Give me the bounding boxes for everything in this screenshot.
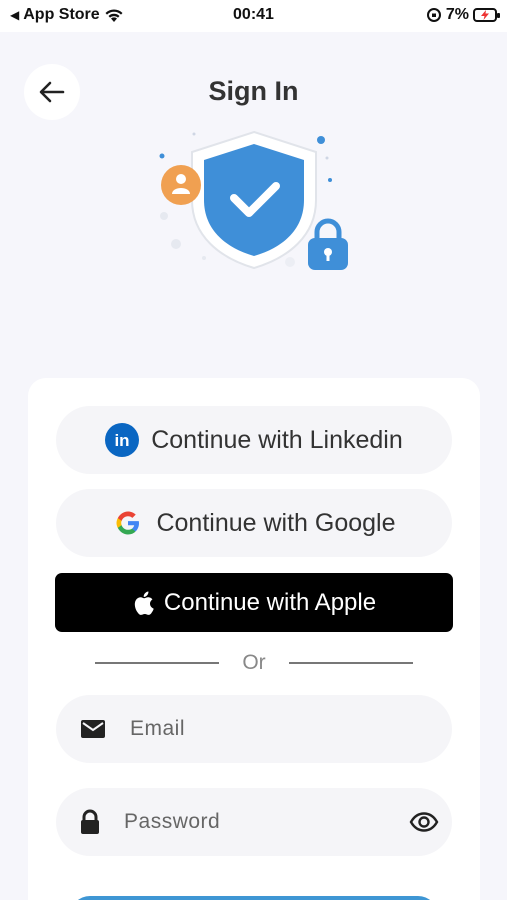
decor-dot xyxy=(325,156,329,160)
security-illustration xyxy=(159,130,348,270)
decor-dot xyxy=(285,257,295,267)
linkedin-icon: in xyxy=(105,423,140,457)
email-input[interactable] xyxy=(130,717,452,741)
linkedin-signin-button[interactable]: in Continue with Linkedin xyxy=(56,406,452,474)
mail-icon-wrap xyxy=(56,719,130,739)
email-field-container xyxy=(56,695,452,763)
eye-icon xyxy=(409,812,438,832)
google-signin-button[interactable]: Continue with Google xyxy=(56,489,452,557)
battery-charging-icon xyxy=(473,8,500,22)
mail-icon xyxy=(81,720,105,738)
decor-dot xyxy=(171,239,181,249)
status-right: 7% xyxy=(426,6,500,24)
lock-icon-wrap xyxy=(56,809,124,835)
battery-percent: 7% xyxy=(445,6,469,23)
svg-text:in: in xyxy=(115,431,130,450)
sign-in-submit-button[interactable] xyxy=(70,896,438,900)
lock-icon xyxy=(81,809,99,834)
decor-dot xyxy=(160,212,168,220)
decor-dot xyxy=(192,132,196,136)
decor-dot xyxy=(317,136,325,144)
apple-signin-label: Continue with Apple xyxy=(163,588,377,616)
padlock-shackle xyxy=(314,218,342,240)
status-bar: ◀ App Store 00:41 7% xyxy=(0,0,507,32)
apple-icon xyxy=(134,591,154,615)
divider-line-right xyxy=(289,662,413,664)
decor-dot xyxy=(159,153,165,159)
user-avatar-icon xyxy=(161,165,201,205)
decor-dot xyxy=(328,178,332,182)
toggle-password-visibility-button[interactable] xyxy=(395,812,452,832)
linkedin-signin-label: Continue with Linkedin xyxy=(151,425,403,454)
google-icon xyxy=(116,511,140,535)
page-title: Sign In xyxy=(208,76,299,106)
google-signin-label: Continue with Google xyxy=(156,508,396,537)
password-input[interactable] xyxy=(124,810,396,834)
or-divider: Or xyxy=(95,650,413,676)
orientation-lock-icon xyxy=(426,8,441,22)
apple-signin-button[interactable]: Continue with Apple xyxy=(55,573,453,632)
password-field-container xyxy=(56,788,452,856)
decor-dot xyxy=(202,256,206,260)
